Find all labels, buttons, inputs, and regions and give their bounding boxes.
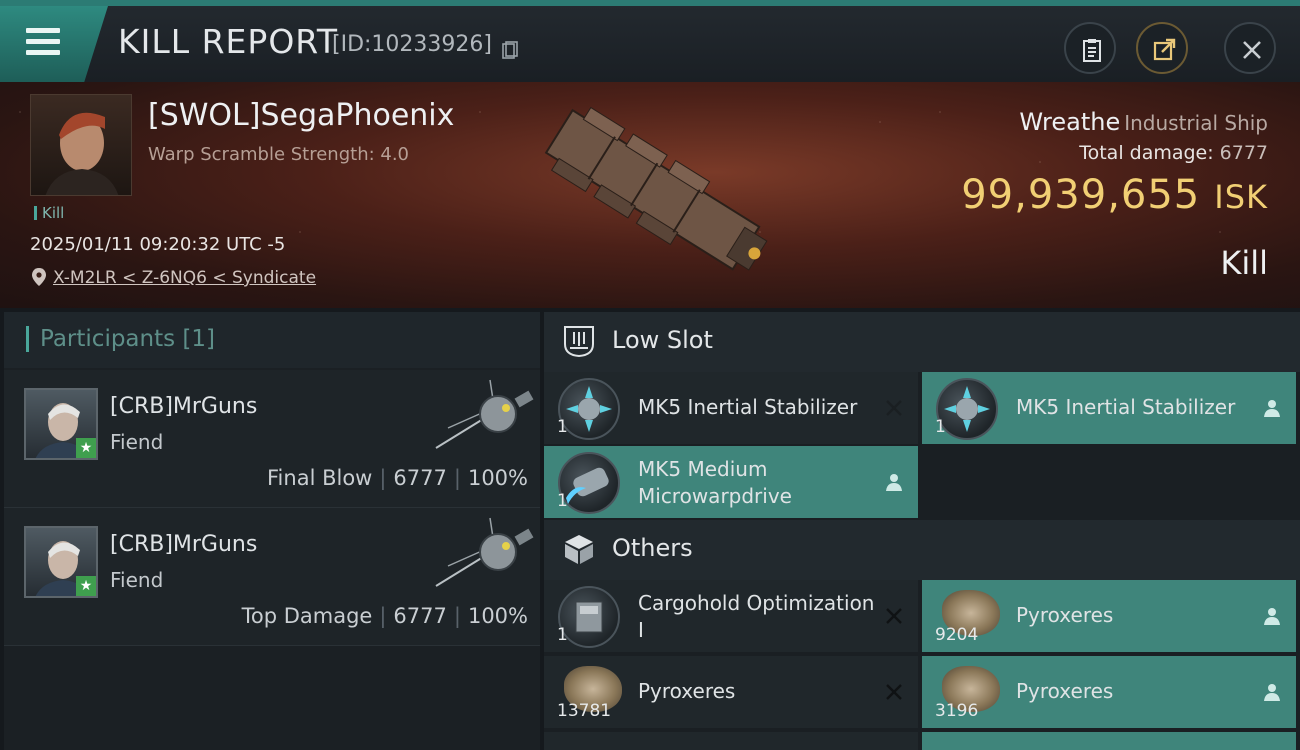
participant-avatar: ★ [24, 388, 98, 460]
stats-divider: | [453, 466, 461, 490]
isk-amount: 99,939,655 [961, 172, 1201, 218]
slot-quantity: 13781 [557, 701, 612, 721]
slot-item[interactable]: 1 Cargohold Optimization I [544, 580, 918, 652]
page-title: KILL REPORT [118, 22, 338, 61]
slot-item-name: Pyroxeres [638, 679, 736, 703]
standing-star-icon: ★ [76, 576, 96, 596]
participant-role: Top Damage [241, 604, 373, 628]
kill-tag: Kill [34, 204, 64, 222]
participant-ship: Fiend [110, 430, 164, 454]
participants-title-text: Participants [40, 326, 176, 352]
destroyed-x-icon [886, 400, 902, 416]
destroyed-x-icon [886, 608, 902, 624]
participant-row[interactable]: ★ [CRB]MrGuns Fiend Final Blow | 6777 | 100% [4, 370, 540, 508]
slot-item-name: MK5 Medium Microwarpdrive [638, 457, 792, 508]
stats-divider: | [379, 466, 387, 490]
kill-report-header: KILL REPORT [ID:10233926] [0, 0, 1300, 82]
isk-unit: ISK [1214, 178, 1268, 216]
copy-icon[interactable] [502, 41, 518, 59]
ship-class: Industrial Ship [1124, 111, 1268, 135]
participant-avatar: ★ [24, 526, 98, 598]
location-pin-icon [32, 268, 46, 286]
participants-count: [1] [182, 326, 216, 352]
victim-avatar [45, 112, 119, 195]
share-icon [1153, 38, 1176, 61]
weapon-icon [435, 379, 534, 449]
participants-accent-bar [26, 326, 29, 352]
person-icon [1264, 608, 1280, 625]
slot-item-name: Pyroxeres [1016, 603, 1114, 627]
clipboard-icon [1083, 39, 1101, 62]
person-icon [1264, 684, 1280, 701]
fitting-panel: Low Slot 1 MK5 Inertial Stabilizer 1 MK5… [544, 312, 1300, 750]
victim-name[interactable]: [SWOL]SegaPhoenix [148, 98, 454, 133]
total-damage-label: Total damage: [1079, 142, 1214, 164]
total-damage-value: 6777 [1219, 142, 1268, 164]
ship-render [544, 106, 768, 271]
participant-name: [CRB]MrGuns [110, 394, 258, 419]
slot-item[interactable]: 1 MK5 Inertial Stabilizer [922, 372, 1296, 444]
menu-button[interactable] [0, 6, 108, 82]
slot-item[interactable]: 1 MK5 Medium Microwarpdrive [544, 446, 918, 518]
ship-type[interactable]: Wreathe Industrial Ship [1019, 108, 1268, 136]
low-slot-title: Low Slot [612, 326, 713, 354]
slot-item-name: MK5 Inertial Stabilizer [638, 395, 858, 419]
kill-result: Kill [1220, 244, 1268, 282]
standing-star-icon: ★ [76, 438, 96, 458]
weapon-icon [435, 517, 534, 587]
low-slot-icon [564, 326, 594, 358]
participants-header: Participants [1] [4, 312, 540, 368]
clipboard-button[interactable] [1064, 22, 1116, 74]
participant-role: Final Blow [267, 466, 373, 490]
participant-damage: 6777 [393, 604, 447, 628]
slot-item-name: Cargohold Optimization I [638, 591, 875, 642]
others-header: Others [544, 520, 1300, 580]
person-icon [1264, 400, 1280, 417]
slot-item[interactable]: 1 MK5 Inertial Stabilizer [544, 372, 918, 444]
location-link[interactable]: X-M2LR < Z-6NQ6 < Syndicate [53, 268, 316, 288]
participant-ship: Fiend [110, 568, 164, 592]
low-slot-header: Low Slot [544, 312, 1300, 372]
slot-quantity: 9204 [935, 625, 979, 645]
slot-item[interactable]: 13781 Pyroxeres [544, 656, 918, 728]
isk-value: 99,939,655 ISK [961, 172, 1268, 218]
stats-divider: | [453, 604, 461, 628]
total-damage: Total damage: 6777 [1079, 142, 1268, 164]
participant-name: [CRB]MrGuns [110, 532, 258, 557]
slot-item[interactable]: 3196 Pyroxeres [922, 656, 1296, 728]
slot-item[interactable]: 9204 Pyroxeres [922, 580, 1296, 652]
participants-panel: Participants [1] ★ [CRB]MrGuns Fiend Fin… [4, 312, 540, 750]
warp-scramble-strength: Warp Scramble Strength: 4.0 [148, 144, 410, 165]
close-button[interactable] [1224, 22, 1276, 74]
report-id: [ID:10233926] [332, 32, 492, 57]
slot-quantity: 1 [557, 625, 568, 645]
share-button[interactable] [1136, 22, 1188, 74]
stats-divider: | [379, 604, 387, 628]
slot-item-name: MK5 Inertial Stabilizer [1016, 395, 1236, 419]
slot-quantity: 1 [935, 417, 946, 437]
cargo-box-icon [565, 535, 593, 564]
close-icon [1243, 41, 1261, 59]
participant-row[interactable]: ★ [CRB]MrGuns Fiend Top Damage | 6777 | 100% [4, 508, 540, 646]
participant-percent: 100% [467, 604, 528, 628]
victim-portrait[interactable] [30, 94, 132, 196]
participant-percent: 100% [467, 466, 528, 490]
ship-name: Wreathe [1019, 108, 1121, 136]
slot-quantity: 3196 [935, 701, 979, 721]
kill-timestamp: 2025/01/11 09:20:32 UTC -5 [30, 234, 286, 255]
others-title: Others [612, 534, 693, 562]
slot-item-name: Pyroxeres [1016, 679, 1114, 703]
slot-quantity: 1 [557, 491, 568, 511]
participant-stats: Top Damage | 6777 | 100% [242, 604, 528, 628]
slot-item-partial[interactable] [922, 732, 1296, 750]
person-icon [886, 474, 902, 491]
participant-stats: Final Blow | 6777 | 100% [267, 466, 528, 490]
victim-banner: [SWOL]SegaPhoenix Warp Scramble Strength… [0, 82, 1300, 308]
slot-item-partial[interactable] [544, 732, 918, 750]
slot-quantity: 1 [557, 417, 568, 437]
menu-icon [26, 28, 60, 56]
participants-title: Participants [1] [40, 326, 215, 352]
participant-damage: 6777 [393, 466, 447, 490]
destroyed-x-icon [886, 684, 902, 700]
